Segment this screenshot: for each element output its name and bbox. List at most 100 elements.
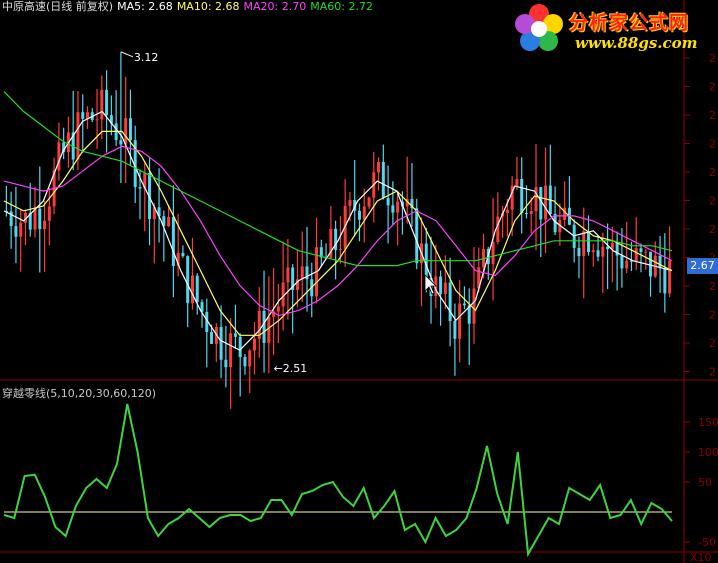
candle-body	[596, 250, 600, 257]
candle-body	[377, 161, 381, 173]
candle-body	[38, 208, 42, 230]
main-ytick-label: 2	[709, 81, 716, 94]
indicator-panel: 150 100 50 -50 X10	[3, 403, 718, 563]
candle-body	[577, 247, 581, 257]
candle-body	[639, 248, 643, 252]
indicator-ytick-label: 100	[698, 446, 718, 459]
candle-body	[587, 231, 590, 253]
candle-body	[572, 224, 576, 248]
candle-body	[582, 231, 586, 257]
high-price-label: 3.12	[134, 51, 159, 64]
ma20-value: MA20: 2.70	[243, 0, 307, 13]
flower-icon	[515, 4, 563, 51]
candle-body	[262, 310, 266, 343]
candle-body	[448, 282, 452, 321]
indicator-line	[3, 403, 673, 558]
candle-body	[238, 336, 242, 358]
candle-body	[210, 331, 214, 344]
candle-body	[649, 251, 653, 277]
low-price-label: ←2.51	[274, 362, 308, 375]
candle-body	[219, 326, 223, 360]
candle-body	[415, 208, 419, 264]
candle-body	[534, 187, 538, 212]
candle-body	[620, 255, 624, 269]
candle-body	[524, 213, 528, 215]
candle-body	[338, 249, 342, 251]
current-price-badge: 2.67	[687, 258, 718, 274]
candle-body	[491, 241, 495, 265]
candle-body	[95, 119, 99, 121]
main-ytick-label: 2	[709, 366, 716, 379]
candle-body	[300, 266, 304, 280]
candle-body	[76, 112, 80, 160]
candle-body	[43, 220, 47, 230]
candle-body	[529, 211, 533, 215]
candle-body	[243, 357, 247, 367]
candle-body	[128, 118, 132, 141]
candle-body	[195, 275, 199, 303]
indicator-ytick-label: 150	[698, 416, 718, 429]
main-ytick-label: 2	[709, 223, 716, 236]
candle-body	[138, 187, 142, 189]
candle-body	[443, 282, 447, 294]
candle-body	[281, 282, 285, 307]
candle-body	[644, 251, 648, 253]
candle-body	[348, 200, 352, 206]
candle-body	[190, 275, 194, 304]
candle-body	[505, 209, 509, 214]
candle-body	[439, 276, 443, 294]
site-logo: 分析家公式网 www.88gs.com	[513, 2, 718, 54]
candle-body	[625, 260, 629, 269]
candle-body	[520, 178, 524, 214]
candle-body	[591, 250, 595, 253]
candle-body	[171, 216, 175, 266]
ma60-value: MA60: 2.72	[310, 0, 373, 13]
candle-body	[362, 206, 366, 220]
candle-body	[472, 288, 476, 324]
candle-body	[81, 112, 85, 119]
candle-body	[391, 205, 395, 213]
candle-body	[634, 248, 638, 262]
candle-body	[386, 198, 390, 206]
candle-body	[248, 350, 252, 367]
candle-body	[458, 303, 462, 339]
candle-body	[357, 210, 361, 220]
ma5-line	[3, 110, 673, 351]
candle-body	[396, 201, 400, 213]
candle-body	[119, 140, 123, 145]
candle-body	[47, 206, 51, 221]
candle-body	[515, 178, 519, 186]
candle-body	[286, 267, 290, 283]
stock-title: 中原高速(日线 前复权)	[2, 0, 114, 13]
candle-body	[186, 256, 190, 304]
candle-body	[563, 207, 567, 220]
main-ytick-label: 2	[709, 109, 716, 122]
candle-body	[668, 260, 672, 294]
ma10-line	[3, 130, 673, 336]
candle-body	[601, 246, 605, 257]
candle-body	[496, 216, 500, 242]
candle-body	[663, 268, 667, 294]
indicator-multiplier-label: X10	[690, 551, 712, 563]
main-ytick-label: 2	[709, 309, 716, 322]
candle-body	[105, 89, 109, 116]
candle-body	[181, 252, 185, 257]
candle-body	[19, 222, 23, 237]
candle-body	[276, 306, 280, 312]
indicator-title: 穿越零线(5,10,20,30,60,120)	[2, 387, 157, 400]
candle-body	[367, 197, 371, 207]
candle-body	[224, 359, 228, 368]
logo-title: 分析家公式网	[569, 12, 690, 34]
candle-body	[462, 303, 466, 306]
candle-body	[233, 333, 237, 337]
candle-body	[100, 89, 104, 120]
candle-body	[544, 185, 548, 220]
main-ytick-label: 2	[709, 337, 716, 350]
main-ytick-label: 2	[709, 138, 716, 151]
candle-body	[33, 208, 37, 230]
indicator-ytick-label: -50	[698, 536, 716, 549]
candle-body	[658, 255, 662, 269]
candle-body	[124, 118, 128, 145]
main-ytick-label: 2	[709, 166, 716, 179]
candle-body	[253, 338, 256, 351]
